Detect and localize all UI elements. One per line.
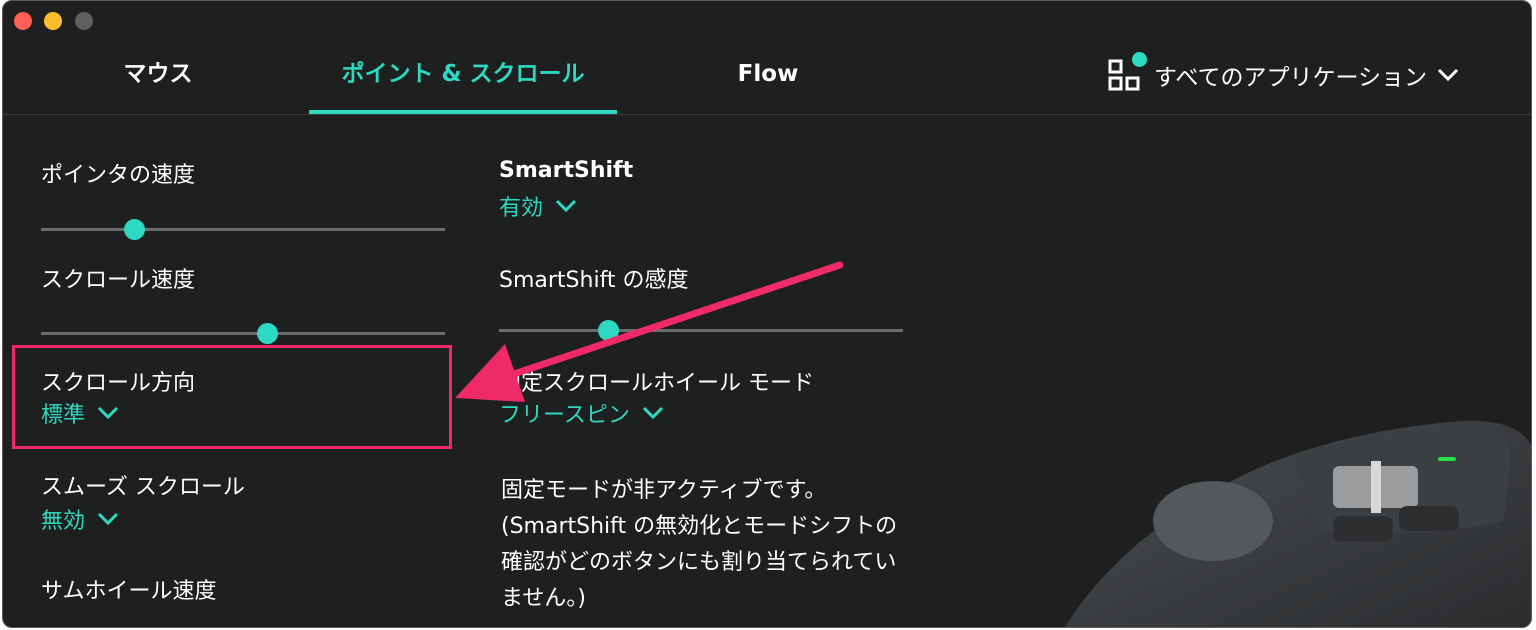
annotation-arrow	[455, 261, 844, 402]
